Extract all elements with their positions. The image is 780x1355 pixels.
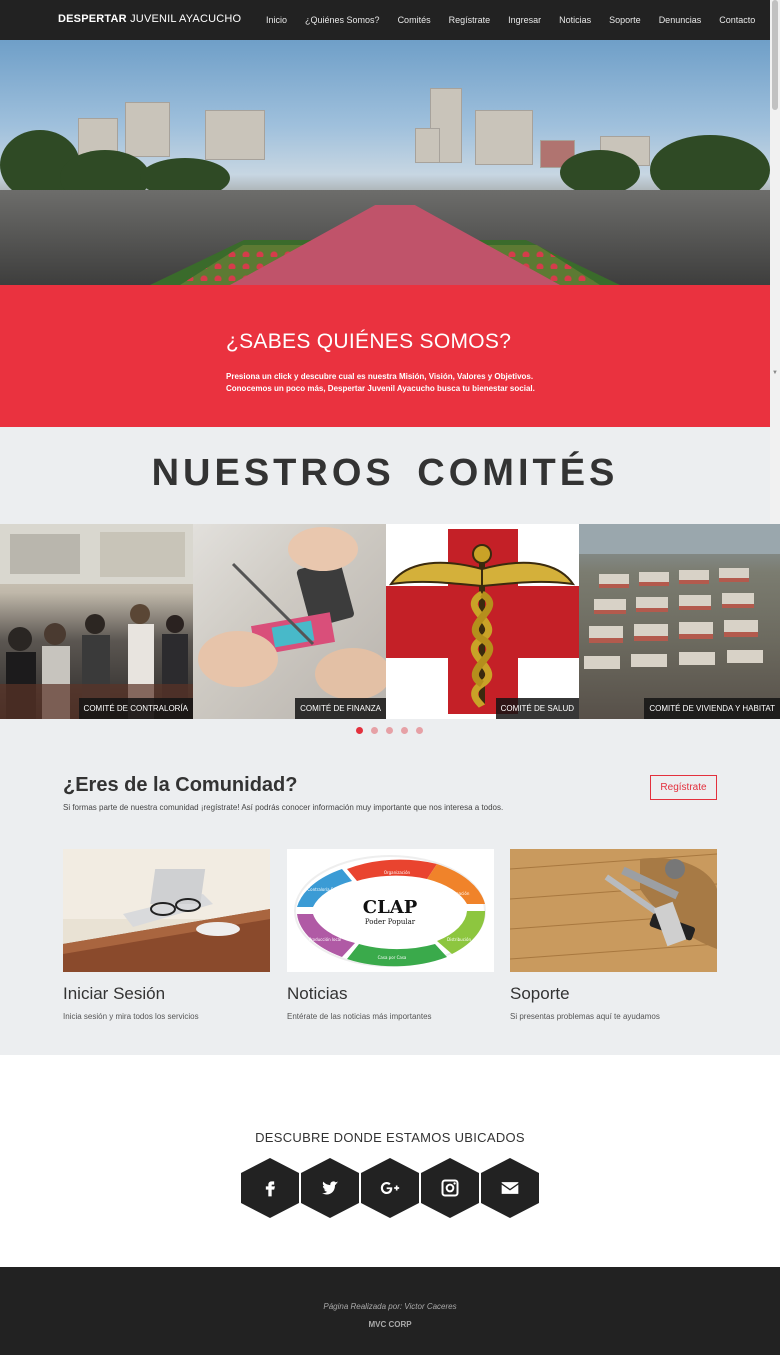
social-links (241, 1158, 539, 1218)
clap-subtitle: Poder Popular (365, 918, 416, 926)
carousel-dot[interactable] (371, 727, 378, 734)
facebook-icon[interactable] (241, 1158, 299, 1218)
scroll-down-arrow-icon[interactable]: ▼ (772, 370, 778, 376)
card-text: Entérate de las noticias más importantes (287, 1012, 432, 1021)
comite-tile-salud[interactable]: COMITÉ DE SALUD (386, 524, 579, 719)
register-button[interactable]: Regístrate (650, 775, 717, 800)
card-title: Iniciar Sesión (63, 984, 166, 1003)
nav-link-registrate[interactable]: Regístrate (440, 0, 500, 40)
brand-logo[interactable]: DESPERTAR JUVENIL AYACUCHO (58, 13, 241, 25)
comite-caption: COMITÉ DE VIVIENDA Y HABITAT (644, 698, 780, 719)
nav-link-denuncias[interactable]: Denuncias (650, 0, 711, 40)
who-line-1: Presiona un click y descubre cual es nue… (226, 372, 534, 381)
tools-image (510, 849, 717, 972)
footer: Página Realizada por: Victor Caceres MVC… (0, 1267, 780, 1355)
clap-segment: Distribución (447, 937, 471, 942)
footer-credit: Página Realizada por: Victor Caceres (323, 1302, 457, 1311)
card-title: Noticias (287, 984, 348, 1003)
finance-image (198, 527, 386, 700)
nav-link-noticias[interactable]: Noticias (550, 0, 600, 40)
clap-segment: Organización (384, 870, 411, 875)
classroom-image (0, 524, 193, 719)
clap-segment: Contraloría Social (307, 887, 342, 892)
email-icon[interactable] (481, 1158, 539, 1218)
footer-corp: MVC CORP (368, 1320, 412, 1329)
red-cross-caduceus-image (386, 529, 579, 714)
card-text: Si presentas problemas aquí te ayudamos (510, 1012, 660, 1021)
navbar: DESPERTAR JUVENIL AYACUCHO Inicio ¿Quién… (0, 0, 770, 40)
nav-link-soporte[interactable]: Soporte (600, 0, 650, 40)
who-title: ¿SABES QUIÉNES SOMOS? (226, 330, 512, 353)
hero-city-image (0, 40, 770, 285)
nav-link-ingresar[interactable]: Ingresar (499, 0, 550, 40)
nav-link-quienes-somos[interactable]: ¿Quiénes Somos? (296, 0, 389, 40)
clap-logo-image: CLAP Poder Popular Organización Formació… (287, 849, 494, 972)
carousel-dot[interactable] (386, 727, 393, 734)
laptop-desk-image (63, 849, 270, 972)
clap-segment: Casa por Casa (378, 955, 407, 960)
who-we-are-banner[interactable]: ¿SABES QUIÉNES SOMOS? Presiona un click … (0, 285, 770, 427)
carousel-dot[interactable] (416, 727, 423, 734)
clap-segment: Formación (449, 891, 470, 896)
card-iniciar-sesion[interactable]: Iniciar Sesión Inicia sesión y mira todo… (63, 849, 270, 1021)
carousel-dot[interactable] (401, 727, 408, 734)
comites-carousel: COMITÉ DE CONTRALORÍA COMITÉ DE FINANZA … (0, 524, 780, 719)
comite-caption: COMITÉ DE FINANZA (295, 698, 386, 719)
card-text: Inicia sesión y mira todos los servicios (63, 1012, 199, 1021)
scrollbar-thumb[interactable] (772, 0, 778, 110)
comite-tile-vivienda[interactable]: COMITÉ DE VIVIENDA Y HABITAT (579, 524, 780, 719)
card-title: Soporte (510, 984, 570, 1003)
twitter-icon[interactable] (301, 1158, 359, 1218)
google-plus-icon[interactable] (361, 1158, 419, 1218)
main-nav: Inicio ¿Quiénes Somos? Comités Regístrat… (257, 0, 764, 40)
carousel-indicators (356, 727, 423, 734)
comite-caption: COMITÉ DE SALUD (495, 698, 579, 719)
brand-rest: JUVENIL AYACUCHO (130, 13, 242, 25)
community-text: Si formas parte de nuestra comunidad ¡re… (63, 803, 504, 812)
clap-segment: Producción local (309, 937, 342, 942)
community-title: ¿Eres de la Comunidad? (63, 774, 298, 796)
nav-link-inicio[interactable]: Inicio (257, 0, 296, 40)
nav-link-contacto[interactable]: Contacto (710, 0, 764, 40)
card-soporte[interactable]: Soporte Si presentas problemas aquí te a… (510, 849, 717, 1021)
who-line-2: Conocemos un poco más, Despertar Juvenil… (226, 384, 535, 393)
comite-tile-contraloria[interactable]: COMITÉ DE CONTRALORÍA (0, 524, 193, 719)
comite-caption: COMITÉ DE CONTRALORÍA (78, 698, 193, 719)
brand-bold: DESPERTAR (58, 13, 127, 25)
nav-link-comites[interactable]: Comités (389, 0, 440, 40)
carousel-dot[interactable] (356, 727, 363, 734)
instagram-icon[interactable] (421, 1158, 479, 1218)
clap-title: CLAP (363, 897, 418, 918)
who-description: Presiona un click y descubre cual es nue… (226, 371, 586, 395)
comites-title: NUESTROS COMITÉS (151, 452, 619, 494)
card-noticias[interactable]: CLAP Poder Popular Organización Formació… (287, 849, 494, 1021)
location-section: DESCUBRE DONDE ESTAMOS UBICADOS (0, 1055, 780, 1267)
comite-tile-finanza[interactable]: COMITÉ DE FINANZA (193, 524, 386, 719)
housing-aerial-image (579, 524, 780, 669)
location-title: DESCUBRE DONDE ESTAMOS UBICADOS (255, 1130, 525, 1145)
